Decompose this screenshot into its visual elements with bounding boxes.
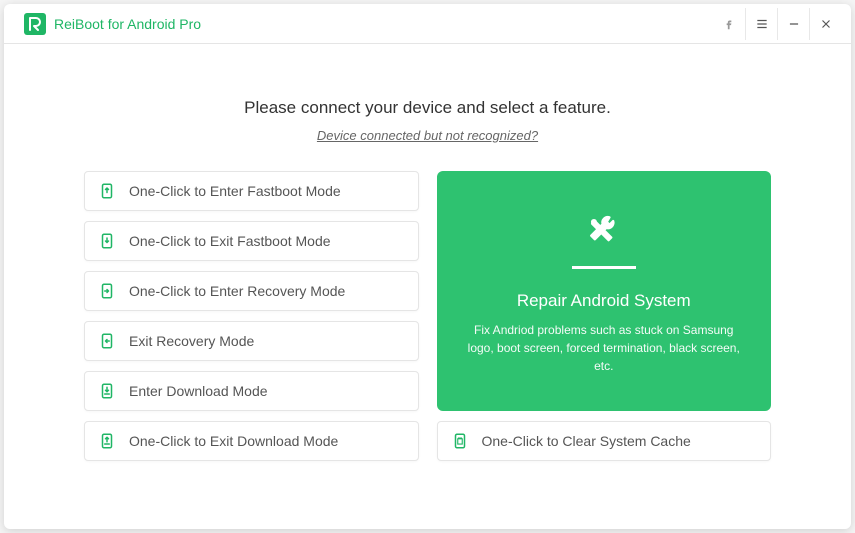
left-column: One-Click to Enter Fastboot Mode One-Cli…: [84, 171, 419, 461]
feature-label: One-Click to Clear System Cache: [482, 433, 691, 449]
clear-cache-button[interactable]: One-Click to Clear System Cache: [437, 421, 772, 461]
prompt-text: Please connect your device and select a …: [84, 98, 771, 118]
titlebar: ReiBoot for Android Pro: [4, 4, 851, 44]
facebook-icon[interactable]: [713, 8, 745, 40]
feature-label: Exit Recovery Mode: [129, 333, 254, 349]
enter-recovery-icon: [97, 281, 117, 301]
feature-label: One-Click to Exit Fastboot Mode: [129, 233, 331, 249]
device-not-recognized-link[interactable]: Device connected but not recognized?: [84, 128, 771, 143]
feature-label: One-Click to Enter Fastboot Mode: [129, 183, 341, 199]
app-logo: ReiBoot for Android Pro: [24, 13, 201, 35]
titlebar-controls: [713, 8, 841, 40]
menu-icon[interactable]: [745, 8, 777, 40]
app-title: ReiBoot for Android Pro: [54, 16, 201, 32]
feature-label: Enter Download Mode: [129, 383, 268, 399]
enter-download-button[interactable]: Enter Download Mode: [84, 371, 419, 411]
right-column: Repair Android System Fix Andriod proble…: [437, 171, 772, 461]
exit-fastboot-icon: [97, 231, 117, 251]
close-icon[interactable]: [809, 8, 841, 40]
exit-recovery-button[interactable]: Exit Recovery Mode: [84, 321, 419, 361]
repair-description: Fix Andriod problems such as stuck on Sa…: [465, 321, 744, 375]
feature-label: One-Click to Exit Download Mode: [129, 433, 338, 449]
minimize-icon[interactable]: [777, 8, 809, 40]
repair-android-card[interactable]: Repair Android System Fix Andriod proble…: [437, 171, 772, 411]
enter-download-icon: [97, 381, 117, 401]
main-content: Please connect your device and select a …: [4, 44, 851, 529]
feature-label: One-Click to Enter Recovery Mode: [129, 283, 345, 299]
exit-download-icon: [97, 431, 117, 451]
app-window: ReiBoot for Android Pro Please connect y…: [4, 4, 851, 529]
feature-grid: One-Click to Enter Fastboot Mode One-Cli…: [84, 171, 771, 461]
enter-fastboot-button[interactable]: One-Click to Enter Fastboot Mode: [84, 171, 419, 211]
clear-cache-icon: [450, 431, 470, 451]
tools-icon: [580, 208, 628, 256]
exit-fastboot-button[interactable]: One-Click to Exit Fastboot Mode: [84, 221, 419, 261]
exit-download-button[interactable]: One-Click to Exit Download Mode: [84, 421, 419, 461]
enter-fastboot-icon: [97, 181, 117, 201]
reiboot-logo-icon: [24, 13, 46, 35]
repair-title: Repair Android System: [517, 291, 691, 311]
enter-recovery-button[interactable]: One-Click to Enter Recovery Mode: [84, 271, 419, 311]
exit-recovery-icon: [97, 331, 117, 351]
divider: [572, 266, 636, 269]
